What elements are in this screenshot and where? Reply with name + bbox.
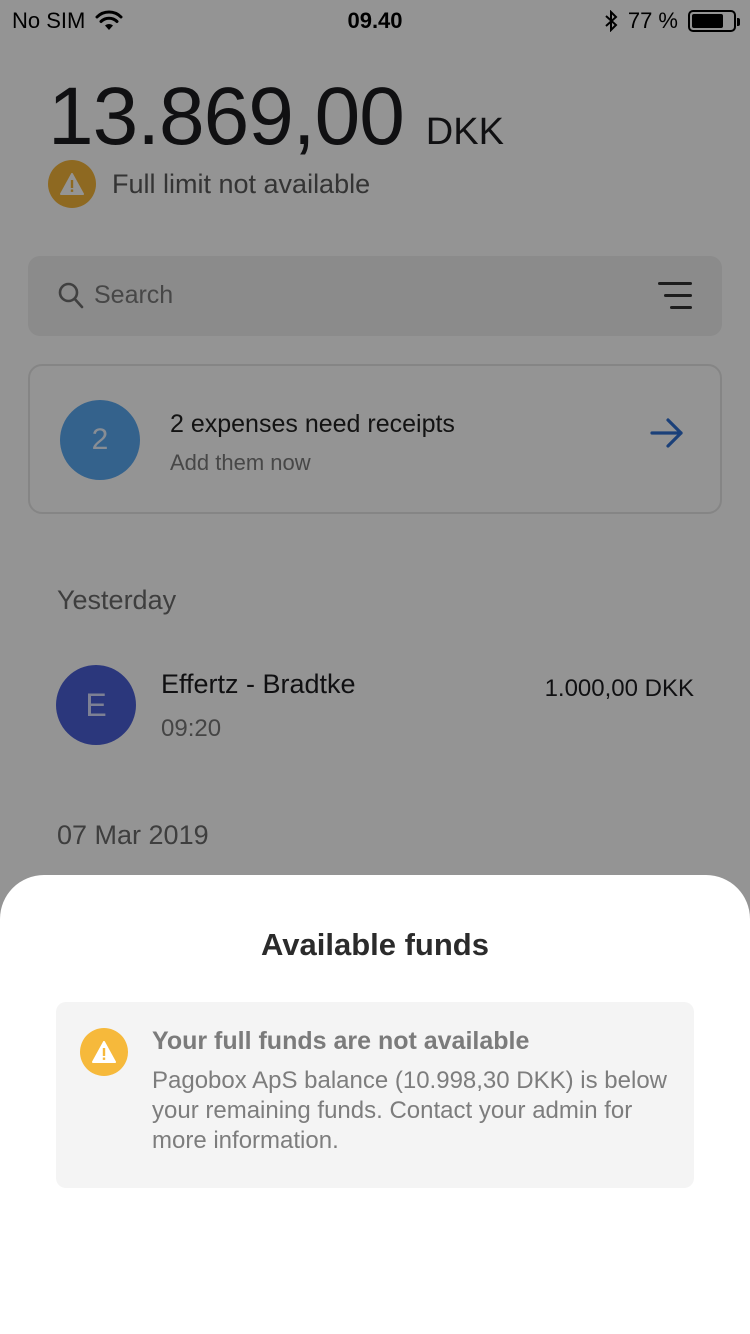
- available-funds-sheet: Available funds Your full funds are not …: [0, 875, 750, 1334]
- funds-notice: Your full funds are not available Pagobo…: [56, 1002, 694, 1188]
- warning-icon: [80, 1028, 128, 1076]
- notice-body: Pagobox ApS balance (10.998,30 DKK) is b…: [152, 1067, 668, 1154]
- notice-title: Your full funds are not available: [152, 1027, 530, 1055]
- sheet-title: Available funds: [261, 927, 489, 962]
- transactions-screen: No SIM 09.40 77 % 13.869,00 DKK Full lim…: [0, 0, 750, 1334]
